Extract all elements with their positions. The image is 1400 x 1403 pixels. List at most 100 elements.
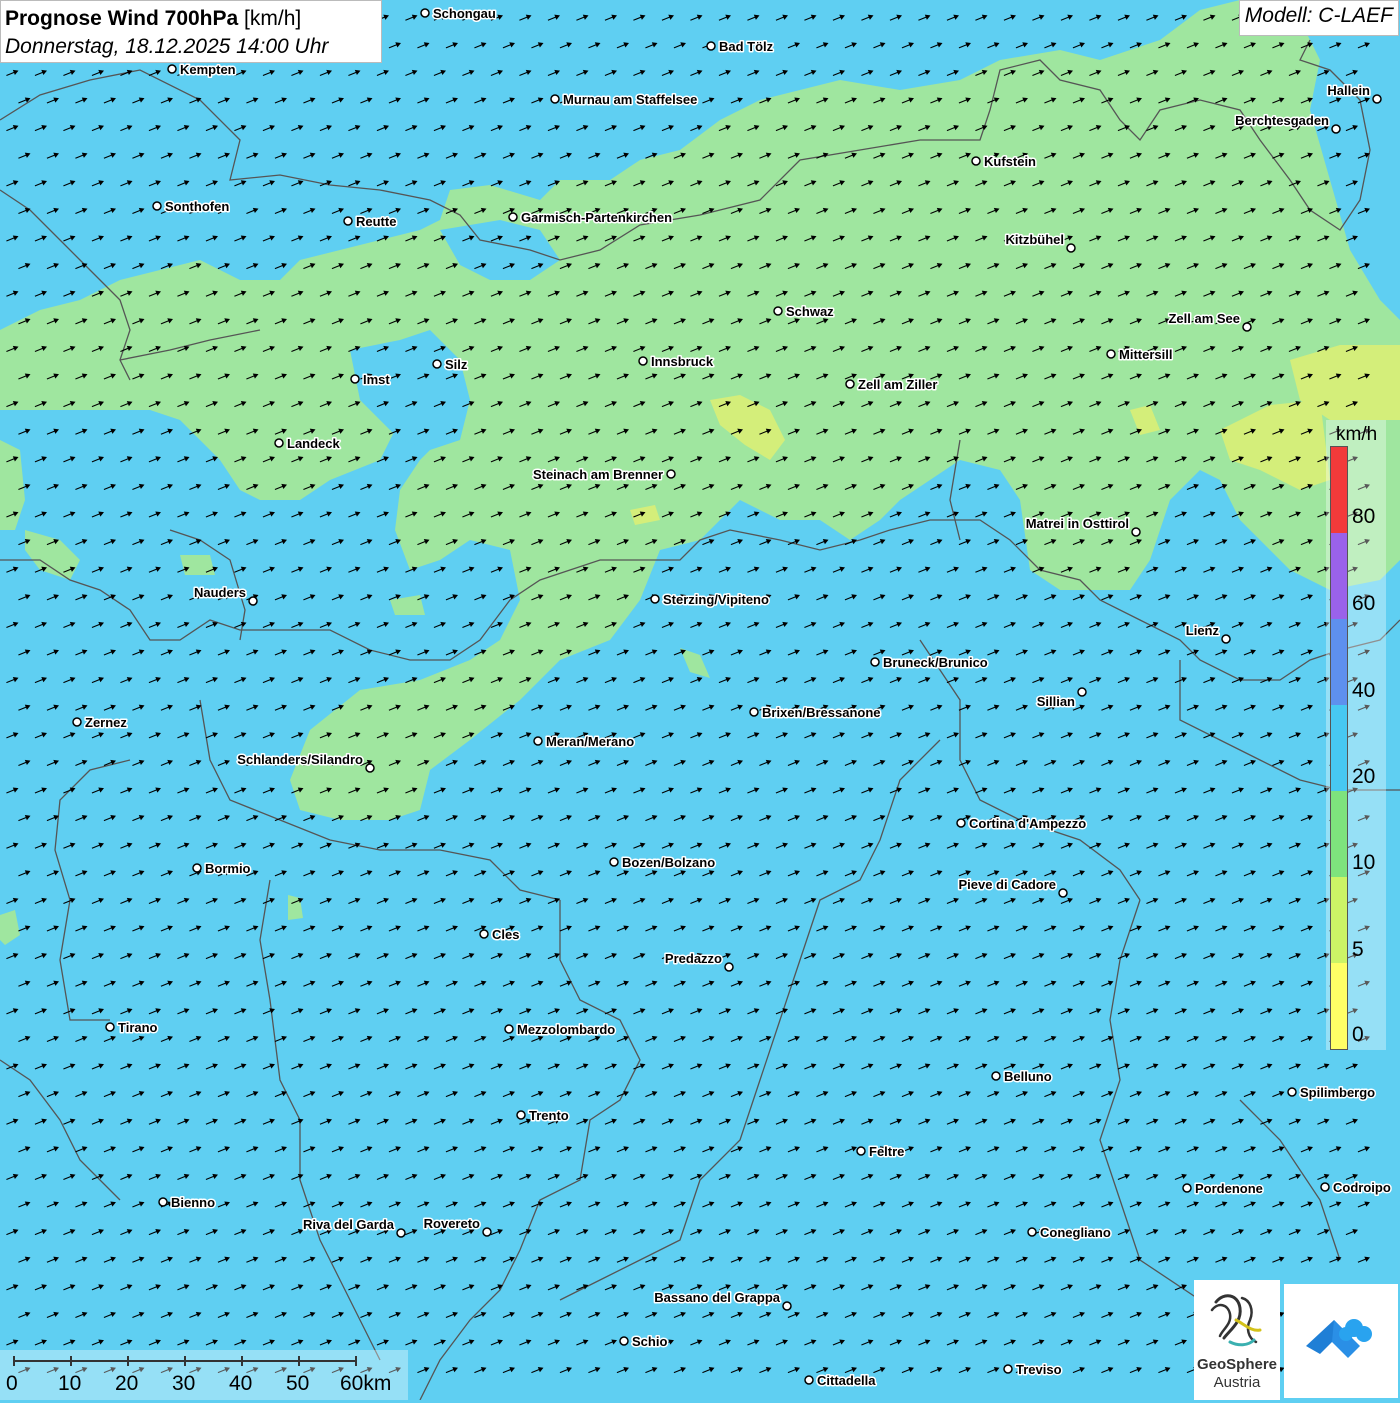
city-label: Garmisch-Partenkirchen [521, 210, 672, 225]
city-dot-icon [845, 379, 855, 389]
city-label: Codroipo [1333, 1180, 1391, 1195]
city-dot-icon [432, 359, 442, 369]
city-dot-icon [638, 356, 648, 366]
city-dot-icon [1131, 527, 1141, 537]
city-marker: Cortina d'Ampezzo [956, 815, 1088, 833]
city-dot-icon [1372, 94, 1382, 104]
legend-tick-label: 60 [1352, 592, 1376, 615]
city-label: Schongau [433, 6, 496, 21]
city-label: Zell am See [1168, 311, 1240, 326]
city-label: Bozen/Bolzano [622, 855, 715, 870]
city-dot-icon [550, 94, 560, 104]
city-marker: Steinach am Brenner [531, 466, 676, 484]
scale-label: 10 [58, 1372, 82, 1395]
city-label: Cortina d'Ampezzo [969, 816, 1086, 831]
geosphere-logo: GeoSphere Austria [1194, 1280, 1280, 1400]
city-dot-icon [516, 1110, 526, 1120]
city-dot-icon [782, 1301, 792, 1311]
city-dot-icon [956, 818, 966, 828]
city-label: Rovereto [424, 1216, 480, 1231]
scale-tick [70, 1356, 72, 1366]
city-label: Cittadella [817, 1373, 876, 1388]
city-marker: Mezzolombardo [504, 1021, 617, 1039]
legend-colorbar [1330, 446, 1348, 1050]
city-label: Bassano del Grappa [654, 1290, 780, 1305]
city-label: Lienz [1186, 623, 1220, 638]
city-label: Murnau am Staffelsee [563, 92, 697, 107]
city-dot-icon [105, 1022, 115, 1032]
city-label: Hallein [1327, 83, 1370, 98]
city-dot-icon [192, 863, 202, 873]
city-label: Kempten [180, 62, 236, 77]
legend-tick-label: 5 [1352, 938, 1364, 961]
city-dot-icon [479, 929, 489, 939]
city-dot-icon [870, 657, 880, 667]
city-dot-icon [1066, 243, 1076, 253]
scale-label: 40 [229, 1372, 253, 1395]
city-dot-icon [991, 1071, 1001, 1081]
wetter-app-icon [1306, 1319, 1372, 1358]
title-bold: Prognose Wind 700hPa [5, 7, 239, 30]
title-unit: [km/h] [244, 7, 302, 30]
legend-tick-label: 80 [1352, 505, 1376, 528]
city-label: Riva del Garda [303, 1217, 395, 1232]
city-dot-icon [619, 1336, 629, 1346]
city-label: Belluno [1004, 1069, 1052, 1084]
city-dot-icon [396, 1228, 406, 1238]
city-marker: Conegliano [1027, 1224, 1112, 1242]
city-label: Feltre [869, 1144, 904, 1159]
legend-color-segment [1331, 877, 1347, 963]
legend-tick-label: 0 [1352, 1023, 1364, 1046]
city-dot-icon [1320, 1182, 1330, 1192]
city-dot-icon [350, 374, 360, 384]
city-label: Spilimbergo [1300, 1085, 1375, 1100]
city-label: Bienno [171, 1195, 215, 1210]
scale-tick [241, 1356, 243, 1366]
scale-label: 30 [172, 1372, 196, 1395]
city-label: Nauders [194, 585, 246, 600]
city-dot-icon [420, 8, 430, 18]
city-dot-icon [1242, 322, 1252, 332]
city-marker: Bruneck/Brunico [870, 654, 989, 672]
city-dot-icon [1331, 124, 1341, 134]
city-dot-icon [749, 707, 759, 717]
city-dot-icon [706, 41, 716, 51]
city-label: Bruneck/Brunico [883, 655, 988, 670]
city-label: Schlanders/Silandro [237, 752, 363, 767]
city-dot-icon [724, 962, 734, 972]
city-label: Steinach am Brenner [533, 467, 663, 482]
city-dot-icon [971, 156, 981, 166]
city-label: Conegliano [1040, 1225, 1111, 1240]
city-label: Kufstein [984, 154, 1036, 169]
city-label: Sonthofen [165, 199, 229, 214]
city-label: Pieve di Cadore [958, 877, 1056, 892]
scale-tick [13, 1356, 15, 1366]
city-label: Landeck [287, 436, 341, 451]
scale-tick [355, 1356, 357, 1366]
legend-tick-label: 20 [1352, 765, 1376, 788]
city-label: Mittersill [1119, 347, 1172, 362]
city-label: Zell am Ziller [858, 377, 937, 392]
city-dot-icon [158, 1197, 168, 1207]
city-label: Silz [445, 357, 468, 372]
model-label: Modell: C-LAEF [1238, 0, 1399, 36]
legend-color-segment [1331, 533, 1347, 619]
city-label: Brixen/Bressanone [762, 705, 881, 720]
city-label: Cles [492, 927, 519, 942]
city-marker: Spilimbergo [1287, 1084, 1377, 1102]
app-logo [1284, 1284, 1398, 1398]
city-dot-icon [1182, 1183, 1192, 1193]
city-dot-icon [504, 1024, 514, 1034]
city-dot-icon [533, 736, 543, 746]
scale-tick [184, 1356, 186, 1366]
city-dot-icon [248, 596, 258, 606]
title-box: Prognose Wind 700hPa [km/h] Donnerstag, … [0, 0, 382, 63]
city-dot-icon [1003, 1364, 1013, 1374]
city-label: Kitzbühel [1006, 232, 1065, 247]
city-label: Berchtesgaden [1235, 113, 1329, 128]
city-dot-icon [666, 469, 676, 479]
city-dot-icon [1077, 687, 1087, 697]
city-dot-icon [365, 763, 375, 773]
legend-color-segment [1331, 963, 1347, 1049]
city-dot-icon [1058, 888, 1068, 898]
